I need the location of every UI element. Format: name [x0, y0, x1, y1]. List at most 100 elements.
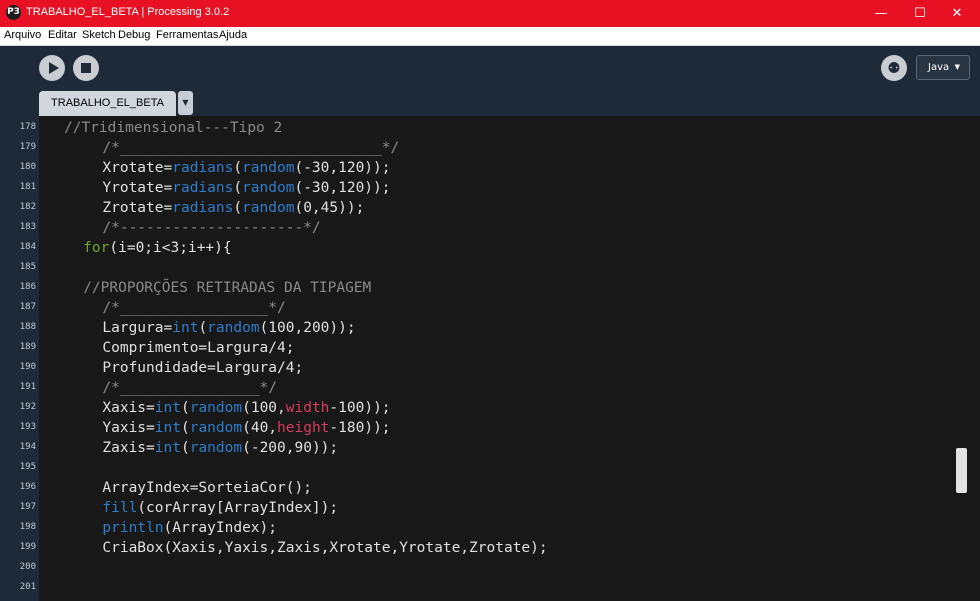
code-token-default: -180)); [329, 420, 391, 436]
code-token-default: (corArray[ArrayIndex]); [137, 500, 339, 516]
code-line[interactable]: Xaxis=int(random(100,width-100)); [102, 398, 390, 418]
code-line[interactable]: /*________________*/ [102, 378, 277, 398]
code-token-keyword: for [83, 240, 110, 256]
code-token-default: Xaxis= [102, 400, 155, 416]
code-token-comment: //PROPORÇÕES RETIRADAS DA TIPAGEM [83, 280, 372, 296]
line-number: 196 [19, 482, 36, 492]
debugger-button[interactable]: ⚉ [881, 55, 907, 81]
menu-arquivo[interactable]: Arquivo [4, 29, 41, 41]
processing-app-icon: P3 [6, 5, 21, 20]
code-token-function: radians [172, 180, 234, 196]
scroll-thumb[interactable] [956, 448, 967, 493]
menu-ajuda[interactable]: Ajuda [219, 29, 247, 41]
code-token-default: -100)); [329, 400, 391, 416]
line-number: 189 [19, 342, 36, 352]
code-line[interactable]: Yrotate=radians(random(-30,120)); [102, 178, 390, 198]
code-line[interactable]: fill(corArray[ArrayIndex]); [102, 498, 338, 518]
code-token-default: Zaxis= [102, 440, 155, 456]
code-token-default: (40, [242, 420, 278, 436]
code-line[interactable]: //Tridimensional---Tipo 2 [64, 118, 282, 138]
code-token-default: (-200,90)); [242, 440, 339, 456]
line-number: 187 [19, 302, 36, 312]
line-number-gutter: 178 179 180 181 182 183 184 185 186 187 188 189 190 1… [0, 116, 39, 601]
code-line[interactable]: Comprimento=Largura/4; [102, 338, 294, 358]
line-number: 184 [19, 242, 36, 252]
code-token-default: Yaxis= [102, 420, 155, 436]
mode-label: Java [928, 62, 950, 73]
code-line[interactable]: println(ArrayIndex); [102, 518, 277, 538]
line-number: 195 [19, 462, 36, 472]
code-line[interactable]: for(i=0;i<3;i++){ [83, 238, 231, 258]
code-token-default: Xrotate= [102, 160, 173, 176]
code-line[interactable]: /*______________________________*/ [102, 138, 399, 158]
line-number: 198 [19, 522, 36, 532]
code-line[interactable]: Yaxis=int(random(40,height-180)); [102, 418, 390, 438]
tab-menu-button[interactable]: ▼ [178, 91, 193, 115]
line-number: 190 [19, 362, 36, 372]
code-token-function: int [154, 420, 181, 436]
code-line[interactable]: CriaBox(Xaxis,Yaxis,Zaxis,Xrotate,Yrotat… [102, 538, 547, 558]
code-token-function: fill [102, 500, 138, 516]
code-editor[interactable]: //Tridimensional---Tipo 2 /*_____________… [39, 116, 953, 601]
code-token-function: random [242, 160, 295, 176]
title-bar: P3 TRABALHO_EL_BETA | Processing 3.0.2 —… [0, 0, 980, 27]
code-token-default: ( [180, 420, 190, 436]
mode-select[interactable]: Java ▼ [916, 55, 970, 80]
run-button[interactable] [39, 55, 65, 81]
code-token-default: (-30,120)); [294, 180, 391, 196]
line-number: 192 [19, 402, 36, 412]
editor-scrollbar[interactable] [953, 116, 980, 601]
code-token-function: radians [172, 200, 234, 216]
code-line[interactable]: /*---------------------*/ [102, 218, 320, 238]
code-line[interactable]: Zrotate=radians(random(0,45)); [102, 198, 364, 218]
stop-icon [81, 63, 91, 73]
tab-trabalho-el-beta[interactable]: TRABALHO_EL_BETA [39, 91, 176, 116]
code-token-comment: /*---------------------*/ [102, 220, 321, 236]
code-line[interactable]: /*_________________*/ [102, 298, 285, 318]
line-number: 193 [19, 422, 36, 432]
code-token-default: ( [233, 200, 243, 216]
code-token-default: Profundidade=Largura/4; [102, 360, 304, 376]
code-token-default: (100, [242, 400, 286, 416]
code-line[interactable]: Zaxis=int(random(-200,90)); [102, 438, 338, 458]
line-number: 200 [19, 562, 36, 572]
code-token-function: random [242, 200, 295, 216]
menu-bar: Arquivo Editar Sketch Debug Ferramentas … [0, 27, 980, 46]
code-token-default: CriaBox(Xaxis,Yaxis,Zaxis,Xrotate,Yrotat… [102, 540, 548, 556]
close-button[interactable]: ✕ [934, 0, 980, 27]
code-line[interactable]: Xrotate=radians(random(-30,120)); [102, 158, 390, 178]
chevron-down-icon: ▼ [954, 63, 960, 71]
line-number: 191 [19, 382, 36, 392]
code-token-function: random [242, 180, 295, 196]
code-line[interactable]: ArrayIndex=SorteiaCor(); [102, 478, 312, 498]
line-number: 188 [19, 322, 36, 332]
code-token-default: ( [180, 400, 190, 416]
code-token-default: ( [233, 160, 243, 176]
code-token-comment: /*_________________*/ [102, 300, 286, 316]
code-token-default: (100,200)); [259, 320, 356, 336]
code-line[interactable]: Largura=int(random(100,200)); [102, 318, 355, 338]
stop-button[interactable] [73, 55, 99, 81]
code-line[interactable]: //PROPORÇÕES RETIRADAS DA TIPAGEM [83, 278, 371, 298]
code-token-function: println [102, 520, 164, 536]
window-title: TRABALHO_EL_BETA | Processing 3.0.2 [26, 6, 230, 18]
line-number: 199 [19, 542, 36, 552]
menu-sketch[interactable]: Sketch [82, 29, 116, 41]
code-token-default: ( [233, 180, 243, 196]
code-token-comment: /*______________________________*/ [102, 140, 400, 156]
code-token-default: ArrayIndex=SorteiaCor(); [102, 480, 312, 496]
code-token-default: (0,45)); [294, 200, 365, 216]
code-token-function: random [207, 320, 260, 336]
menu-debug[interactable]: Debug [118, 29, 150, 41]
line-number: 182 [19, 202, 36, 212]
code-token-comment: /*________________*/ [102, 380, 277, 396]
menu-ferramentas[interactable]: Ferramentas [156, 29, 218, 41]
code-line[interactable]: Profundidade=Largura/4; [102, 358, 303, 378]
code-token-default: (-30,120)); [294, 160, 391, 176]
line-number: 183 [19, 222, 36, 232]
code-token-default: Yrotate= [102, 180, 173, 196]
code-token-default: (i=0;i<3;i++){ [109, 240, 232, 256]
code-token-function: random [189, 400, 243, 416]
line-number: 186 [19, 282, 36, 292]
menu-editar[interactable]: Editar [48, 29, 77, 41]
